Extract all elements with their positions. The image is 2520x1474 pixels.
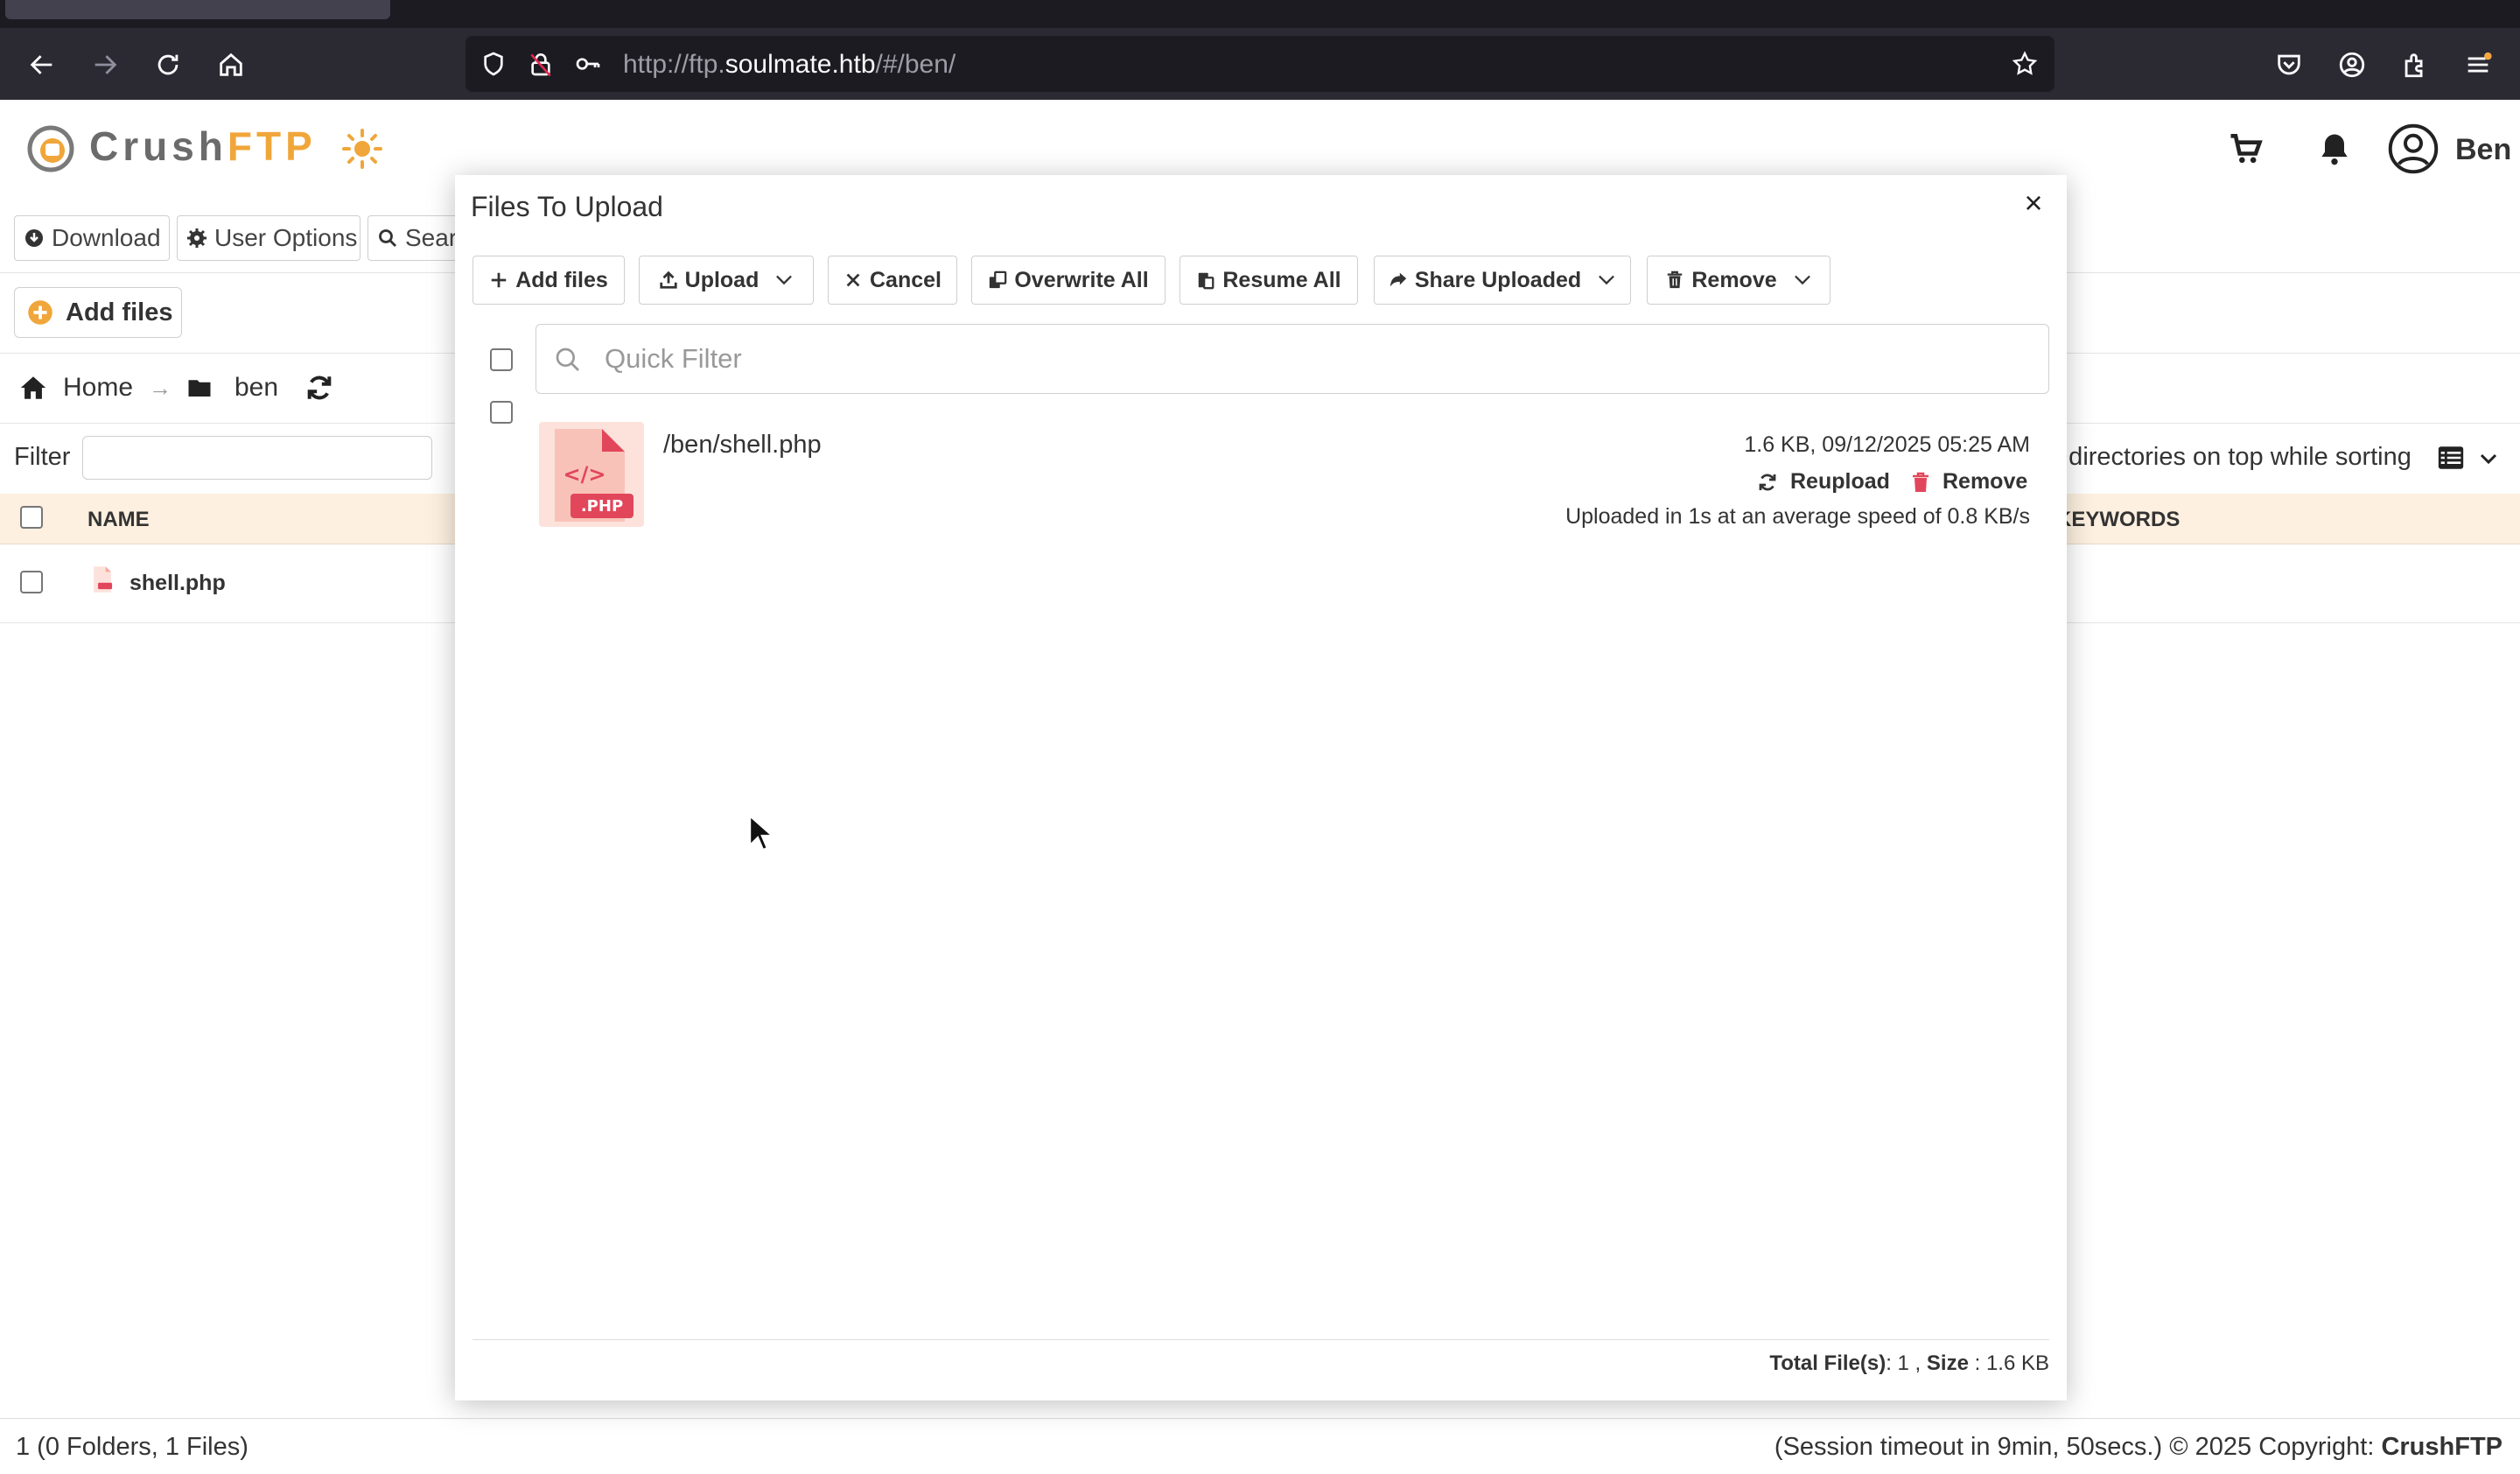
- refresh-icon: [1759, 474, 1776, 490]
- user-avatar-icon[interactable]: [2387, 123, 2440, 175]
- status-bar: 1 (0 Folders, 1 Files) (Session timeout …: [0, 1418, 2520, 1474]
- file-name[interactable]: shell.php: [130, 571, 226, 596]
- trash-icon: [1913, 472, 1928, 492]
- user-options-button[interactable]: User Options: [177, 215, 360, 261]
- bell-icon[interactable]: [2315, 130, 2354, 168]
- files-to-upload-dialog: Files To Upload × Add files Upload Cance…: [455, 175, 2067, 1400]
- row-checkbox[interactable]: [20, 571, 43, 593]
- php-file-icon: </> .PHP: [555, 429, 634, 522]
- gear-icon: [187, 228, 206, 248]
- download-button[interactable]: Download: [14, 215, 170, 261]
- back-icon[interactable]: [23, 46, 61, 84]
- breadcrumb-folder[interactable]: ben: [234, 373, 278, 403]
- pocket-icon[interactable]: [2270, 46, 2308, 84]
- refresh-icon[interactable]: [304, 373, 334, 403]
- reload-icon[interactable]: [149, 46, 187, 84]
- session-copyright: (Session timeout in 9min, 50secs.) © 202…: [1774, 1433, 2502, 1461]
- remove-item-link[interactable]: Remove: [1911, 469, 2027, 495]
- mouse-cursor-icon: [748, 814, 773, 852]
- upload-icon: [660, 270, 677, 289]
- browser-active-tab[interactable]: [5, 0, 390, 19]
- upload-file-meta: 1.6 KB, 09/12/2025 05:25 AM: [1744, 432, 2030, 457]
- filter-input[interactable]: [82, 436, 432, 480]
- php-code-glyph: </>: [564, 462, 606, 487]
- upload-file-path: /ben/shell.php: [663, 431, 822, 459]
- dirs-on-top-label[interactable]: o directories on top while sorting: [2048, 443, 2412, 472]
- folder-icon: [188, 380, 211, 397]
- home-icon[interactable]: [212, 46, 250, 84]
- extensions-icon[interactable]: [2396, 46, 2434, 84]
- crushftp-logo-text: CrushFTP: [89, 123, 317, 169]
- breadcrumb-home[interactable]: Home: [63, 373, 133, 403]
- browser-tab-strip: [0, 0, 2520, 28]
- cart-icon[interactable]: [2226, 130, 2264, 168]
- filter-label: Filter: [14, 443, 71, 471]
- quick-filter: [536, 324, 2049, 394]
- items-count: 1 (0 Folders, 1 Files): [16, 1433, 248, 1461]
- cancel-button[interactable]: Cancel: [828, 256, 957, 305]
- user-name[interactable]: Ben: [2455, 133, 2511, 167]
- share-icon: [1390, 272, 1406, 287]
- select-all-uploads-checkbox[interactable]: [490, 348, 513, 371]
- browser-navbar: http://ftp.soulmate.htb/#/ben/: [0, 28, 2520, 100]
- php-file-thumbnail: </> .PHP: [539, 422, 644, 527]
- reupload-link[interactable]: Reupload: [1757, 469, 1890, 495]
- column-header-keywords[interactable]: KEYWORDS: [2056, 508, 2180, 532]
- column-header-name[interactable]: NAME: [88, 508, 150, 532]
- chevron-down-icon[interactable]: [2476, 448, 2501, 469]
- upload-item: </> .PHP /ben/shell.php 1.6 KB, 09/12/20…: [455, 420, 2067, 543]
- copy-icon: [990, 270, 1007, 289]
- breadcrumb-separator: →: [149, 375, 172, 401]
- menu-icon[interactable]: [2459, 46, 2497, 84]
- download-icon: [25, 229, 43, 247]
- footer-divider: [472, 1339, 2049, 1340]
- plus-icon: [491, 272, 507, 288]
- forward-icon[interactable]: [86, 46, 124, 84]
- add-circle-icon: [28, 300, 52, 325]
- upload-speed-info: Uploaded in 1s at an average speed of 0.…: [1565, 504, 2030, 529]
- share-uploaded-dropdown-button[interactable]: Share Uploaded: [1374, 256, 1631, 305]
- chevron-down-icon: [1794, 275, 1810, 285]
- modal-add-files-button[interactable]: Add files: [472, 256, 625, 305]
- account-icon[interactable]: [2333, 46, 2371, 84]
- cancel-x-icon: [846, 273, 860, 287]
- url-bar[interactable]: http://ftp.soulmate.htb/#/ben/: [466, 36, 2054, 92]
- trash-icon: [1668, 270, 1683, 289]
- chevron-down-icon: [1599, 275, 1615, 285]
- chevron-down-icon: [776, 275, 793, 285]
- bookmark-star-icon[interactable]: [2009, 48, 2040, 80]
- dialog-title: Files To Upload: [471, 191, 663, 222]
- select-all-checkbox[interactable]: [20, 506, 43, 529]
- search-icon: [379, 229, 396, 247]
- theme-sun-icon[interactable]: [341, 128, 383, 170]
- remove-dropdown-button[interactable]: Remove: [1647, 256, 1830, 305]
- upload-dropdown-button[interactable]: Upload: [639, 256, 814, 305]
- resume-all-button[interactable]: Resume All: [1180, 256, 1358, 305]
- url-text[interactable]: http://ftp.soulmate.htb/#/ben/: [623, 50, 956, 80]
- search-button[interactable]: Sear: [368, 215, 455, 261]
- search-icon: [556, 347, 579, 371]
- shield-icon[interactable]: [478, 48, 509, 80]
- crushftp-logo-icon: [27, 125, 74, 172]
- php-extension-label: .PHP: [581, 497, 623, 516]
- quick-filter-input[interactable]: [605, 325, 2022, 393]
- list-view-icon[interactable]: [2434, 443, 2468, 473]
- add-files-button[interactable]: Add files: [14, 287, 182, 338]
- php-file-icon: [94, 566, 113, 593]
- overwrite-all-button[interactable]: Overwrite All: [971, 256, 1166, 305]
- upload-totals: Total File(s): 1 , Size : 1.6 KB: [1769, 1351, 2049, 1375]
- key-icon[interactable]: [572, 48, 604, 80]
- close-icon[interactable]: ×: [2016, 186, 2051, 221]
- home-crumb-icon[interactable]: [18, 373, 49, 403]
- insecure-lock-icon[interactable]: [525, 48, 556, 80]
- paste-icon: [1199, 272, 1214, 290]
